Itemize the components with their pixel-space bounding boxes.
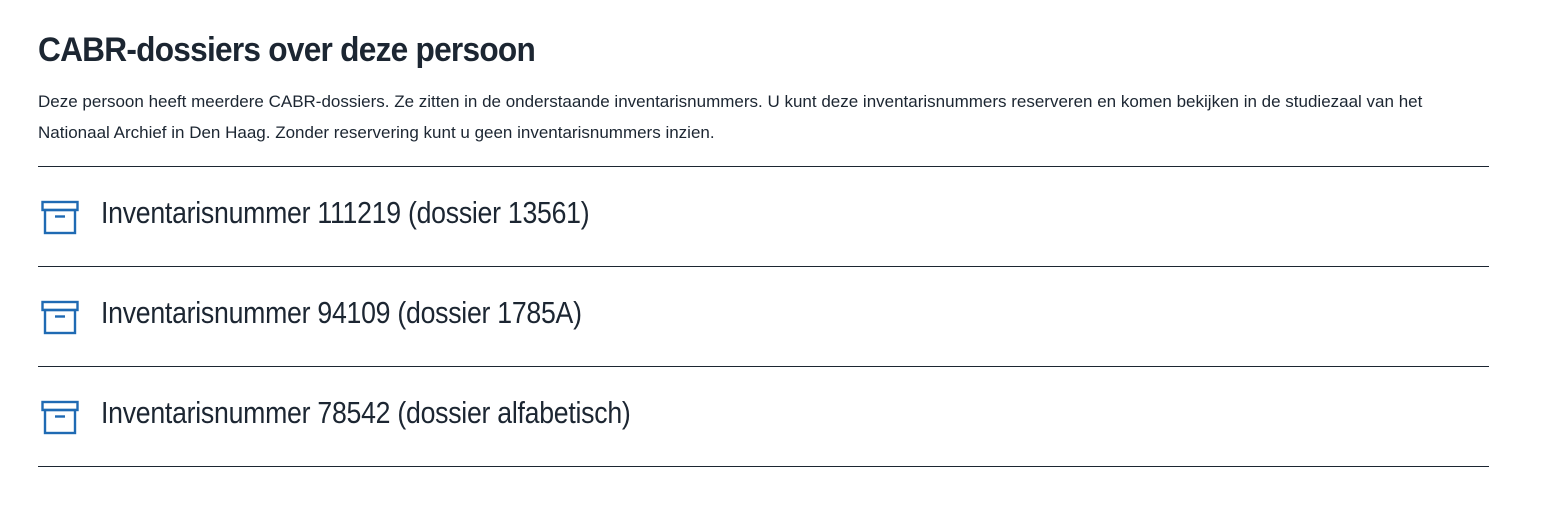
- dossier-item[interactable]: Inventarisnummer 94109 (dossier 1785A): [38, 267, 1489, 367]
- dossier-item[interactable]: Inventarisnummer 111219 (dossier 13561): [38, 167, 1489, 267]
- dossier-label: Inventarisnummer 94109 (dossier 1785A): [101, 295, 582, 330]
- dossier-list: Inventarisnummer 111219 (dossier 13561) …: [38, 166, 1489, 467]
- section-title: CABR-dossiers over deze persoon: [38, 31, 536, 69]
- dossier-label: Inventarisnummer 111219 (dossier 13561): [101, 195, 590, 230]
- dossier-item[interactable]: Inventarisnummer 78542 (dossier alfabeti…: [38, 367, 1489, 467]
- archive-box-icon: [41, 300, 79, 336]
- dossier-label: Inventarisnummer 78542 (dossier alfabeti…: [101, 395, 631, 430]
- archive-box-icon: [41, 400, 79, 436]
- archive-box-icon: [41, 200, 79, 236]
- section-intro: Deze persoon heeft meerdere CABR-dossier…: [38, 92, 1423, 142]
